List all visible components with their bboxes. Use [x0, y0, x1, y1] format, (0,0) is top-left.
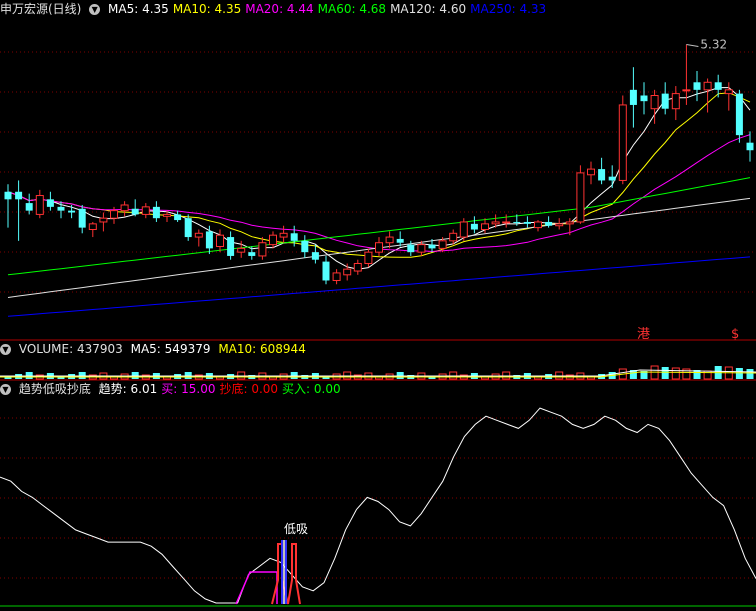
candle-body [735, 93, 743, 136]
candle-body [417, 244, 426, 253]
bottom-signal-shape [287, 543, 301, 605]
volume-bar [661, 367, 669, 379]
candle-body [227, 237, 235, 256]
candle-body [746, 142, 754, 151]
candle-body [502, 221, 511, 224]
candle-body [110, 210, 118, 219]
badge-gang: 港 [637, 327, 650, 342]
candle-body [375, 242, 383, 253]
candle-body [640, 95, 648, 102]
candle-body [353, 262, 362, 272]
candle-body [703, 81, 712, 91]
candle-body [661, 93, 669, 109]
candle-body [618, 104, 627, 181]
ma-line-ma10 [7, 92, 751, 258]
candle-body [99, 217, 108, 223]
candle-body [682, 89, 691, 92]
candle-body [428, 244, 436, 249]
candle-body [481, 223, 489, 231]
candle-body [46, 199, 54, 207]
peak-pointer [686, 44, 699, 48]
candle-body [459, 221, 468, 238]
candle-body [163, 213, 171, 217]
candle-body [555, 223, 564, 227]
candle-body [174, 214, 182, 221]
candle-body [322, 261, 330, 281]
candle-body [141, 206, 150, 215]
candle-body [523, 221, 531, 224]
badge-s: $ [731, 327, 739, 342]
trend-line [0, 407, 756, 604]
candle-body [565, 221, 574, 225]
candle-body [15, 191, 23, 200]
volume-bar [735, 368, 743, 379]
stock-chart[interactable]: 低吸 5.32 港 $ [0, 0, 756, 611]
candle-body [120, 204, 129, 212]
volume-bar [746, 369, 754, 379]
chart-labels: 5.32 港 $ [637, 38, 739, 342]
candle-body [385, 236, 394, 244]
candle-body [470, 223, 478, 230]
candle-body [301, 240, 309, 253]
candle-body [343, 268, 352, 276]
candle-body [237, 247, 246, 253]
candle-body [714, 82, 722, 90]
buy-signal-shape [235, 571, 278, 605]
candle-body [78, 208, 86, 228]
ma-line-ma250 [7, 256, 751, 317]
candle-body [194, 232, 203, 238]
candle-body [216, 234, 224, 248]
candle-body [629, 89, 637, 105]
candle-body [438, 240, 447, 249]
candle-body [608, 176, 616, 181]
volume-bar [671, 367, 680, 380]
candle-body [184, 218, 192, 238]
candle-body [396, 238, 404, 243]
candle-body [88, 223, 97, 231]
candle-body [279, 232, 288, 238]
signal-label: 低吸 [284, 522, 308, 536]
candle-body [269, 234, 277, 246]
candle-body [332, 272, 341, 281]
candle-body [290, 233, 298, 241]
candle-body [311, 252, 319, 260]
candle-body [598, 169, 606, 181]
candle-body [534, 221, 542, 229]
candle-body [671, 93, 680, 110]
candle-body [68, 210, 76, 213]
peak-price-label: 5.32 [700, 38, 727, 52]
candle-body [576, 172, 585, 223]
candle-body [491, 221, 500, 225]
candle-body [513, 221, 521, 223]
candle-body [57, 206, 65, 211]
candle-body [587, 168, 595, 176]
candle-body [650, 95, 659, 110]
ma-line-ma20 [7, 134, 751, 253]
candle-body [205, 231, 213, 249]
candle-body [152, 206, 160, 219]
candle-body [131, 208, 139, 215]
candle-body [693, 82, 701, 90]
candle-body [4, 191, 12, 200]
candle-body [25, 203, 33, 211]
candle-body [364, 251, 373, 264]
candle-body [248, 252, 256, 256]
candle-body [258, 242, 267, 257]
candle-body [407, 244, 415, 253]
candle-body [545, 221, 553, 226]
candle-body [35, 195, 44, 215]
moving-average-lines [7, 87, 751, 317]
candle-body [724, 89, 733, 95]
candlesticks [4, 44, 754, 285]
candle-body [449, 232, 458, 242]
volume-bars [0, 365, 756, 380]
indicator-plot: 低吸 [0, 407, 756, 605]
